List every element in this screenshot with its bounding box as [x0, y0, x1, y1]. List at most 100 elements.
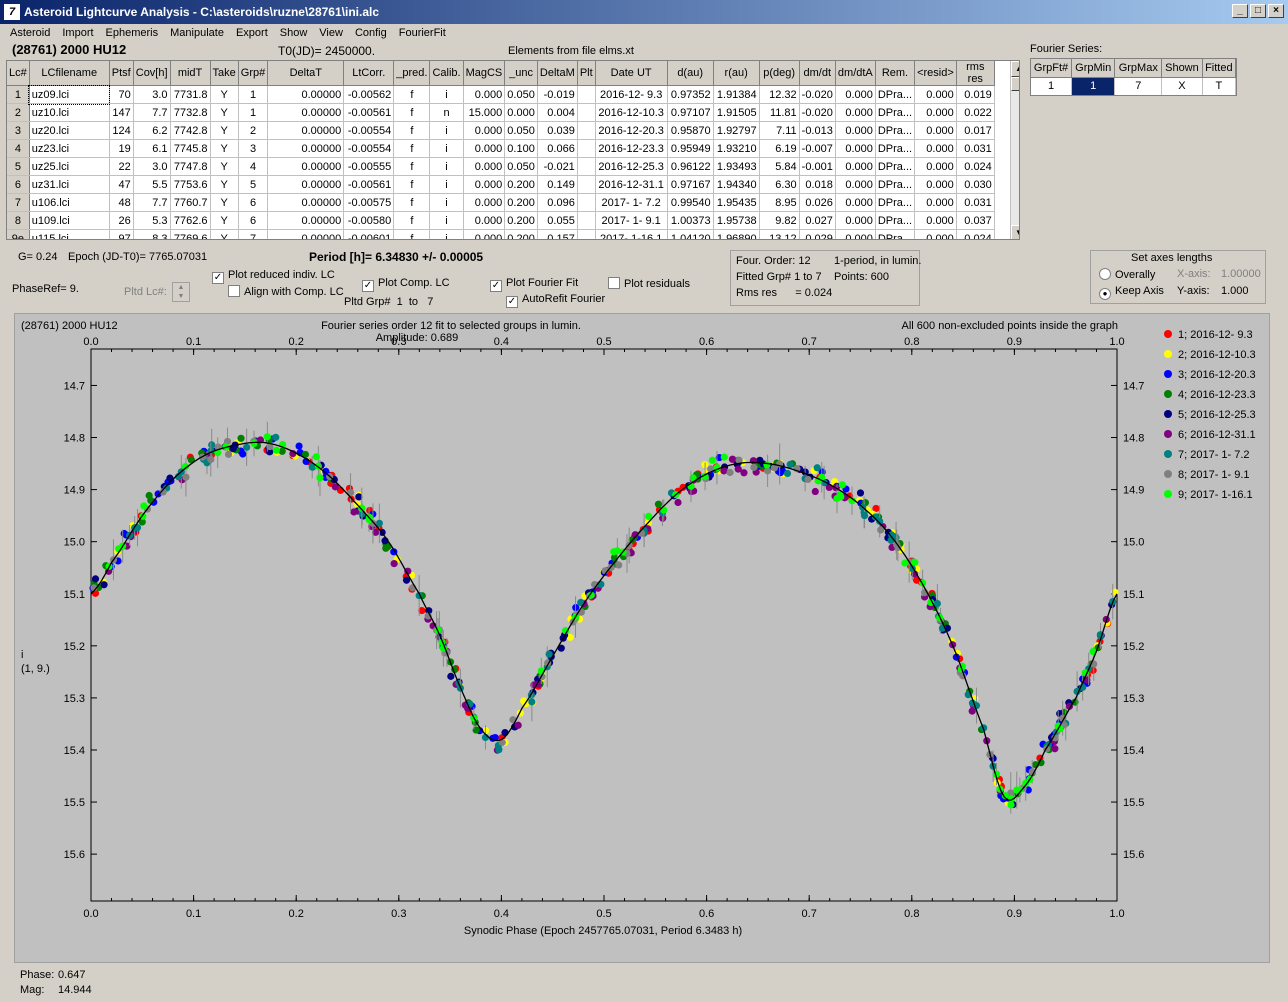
table-cell[interactable]: 6.2	[133, 121, 171, 140]
table-cell[interactable]: 0.97352	[667, 85, 714, 104]
table-cell[interactable]: 1.00373	[667, 211, 714, 230]
table-cell[interactable]: 0.031	[956, 193, 995, 212]
table-cell[interactable]: 3.0	[133, 157, 171, 176]
table-cell[interactable]: Y	[210, 121, 239, 140]
table-cell[interactable]: f	[393, 103, 431, 122]
column-header[interactable]: p(deg)	[759, 61, 800, 86]
fourier-cell[interactable]: 1	[1031, 77, 1073, 95]
table-cell[interactable]: i	[429, 175, 464, 194]
column-header[interactable]: MagCS	[463, 61, 506, 86]
table-cell[interactable]: 0.00000	[267, 193, 345, 212]
table-cell[interactable]: uz23.lci	[29, 139, 110, 158]
fourier-series-table[interactable]: GrpFt# GrpMin GrpMax Shown Fitted 117XT	[1030, 58, 1237, 96]
table-cell[interactable]: Y	[210, 211, 239, 230]
table-cell[interactable]: 3.0	[133, 85, 171, 104]
table-cell[interactable]: 15.000	[463, 103, 506, 122]
menu-manipulate[interactable]: Manipulate	[164, 27, 230, 39]
table-cell[interactable]: 1.91384	[713, 85, 760, 104]
table-cell[interactable]: 0.000	[835, 85, 876, 104]
table-cell[interactable]: f	[393, 193, 431, 212]
table-cell[interactable]: uz10.lci	[29, 103, 110, 122]
table-cell[interactable]: 6.1	[133, 139, 171, 158]
column-header[interactable]: Take	[210, 61, 239, 86]
table-cell[interactable]: 0.000	[835, 139, 876, 158]
table-row[interactable]: 9e u115.lci 97 8.3 7769.6 Y 7 0.00000 -0.00601 f i…	[7, 229, 995, 239]
table-cell[interactable]: 147	[109, 103, 134, 122]
table-cell[interactable]: 2016-12-20.3	[595, 121, 668, 140]
table-cell[interactable]: 0.000	[463, 139, 506, 158]
table-cell[interactable]: 8.3	[133, 229, 171, 239]
keep-axis-radio[interactable]: ● Keep Axis	[1099, 285, 1164, 300]
table-cell[interactable]: 7747.8	[170, 157, 211, 176]
table-cell[interactable]: u109.lci	[29, 211, 110, 230]
table-row[interactable]: 8 u109.lci 26 5.3 7762.6 Y 6 0.00000 -0.00580 f i 0…	[7, 211, 995, 230]
scroll-down-icon[interactable]: ▼	[1011, 225, 1019, 239]
lightcurve-table[interactable]: Lc# LCfilename Ptsf Cov[h] midT Take Grp# Delta…	[6, 60, 1020, 240]
table-cell[interactable]: 7742.8	[170, 121, 211, 140]
fourier-cell[interactable]: 1	[1071, 77, 1116, 95]
table-cell[interactable]: 0.00000	[267, 139, 345, 158]
plot-reduced-checkbox[interactable]: ✓ Plot reduced indiv. LC	[212, 269, 335, 284]
table-cell[interactable]: 7.7	[133, 103, 171, 122]
table-cell[interactable]: u115.lci	[29, 229, 110, 239]
table-cell[interactable]: u106.lci	[29, 193, 110, 212]
table-cell[interactable]: 2	[238, 121, 269, 140]
column-header[interactable]: midT	[170, 61, 211, 86]
table-cell[interactable]: 2016-12-23.3	[595, 139, 668, 158]
table-cell[interactable]: -0.013	[799, 121, 836, 140]
column-header[interactable]: Plt	[577, 61, 596, 86]
table-row[interactable]: 3 uz20.lci 124 6.2 7742.8 Y 2 0.00000 -0.00554 f i…	[7, 121, 995, 140]
table-cell[interactable]: 0.000	[835, 157, 876, 176]
table-cell[interactable]: 0.00000	[267, 175, 345, 194]
table-cell[interactable]: 0.037	[956, 211, 995, 230]
table-cell[interactable]: 1.95738	[713, 211, 760, 230]
table-cell[interactable]: 3	[7, 121, 30, 140]
table-cell[interactable]: 0.039	[537, 121, 578, 140]
column-header[interactable]: Grp#	[238, 61, 269, 86]
table-cell[interactable]: 0.000	[835, 103, 876, 122]
x-axis-field[interactable]: 1.00000	[1221, 268, 1261, 280]
table-cell[interactable]: 0.017	[956, 121, 995, 140]
table-cell[interactable]: 7	[238, 229, 269, 239]
table-cell[interactable]: 0.000	[914, 157, 957, 176]
table-cell[interactable]: f	[393, 157, 431, 176]
table-cell[interactable]: Y	[210, 85, 239, 104]
table-row[interactable]: 7 u106.lci 48 7.7 7760.7 Y 6 0.00000 -0.00575 f i 0…	[7, 193, 995, 212]
maximize-button[interactable]: □	[1250, 4, 1266, 18]
table-cell[interactable]: -0.00601	[343, 229, 395, 239]
column-header[interactable]: dm/dt	[799, 61, 836, 86]
table-cell[interactable]: f	[393, 121, 431, 140]
column-header[interactable]: Cov[h]	[133, 61, 171, 86]
table-cell[interactable]: 0.027	[799, 211, 836, 230]
column-header[interactable]: d(au)	[667, 61, 714, 86]
table-cell[interactable]: 7762.6	[170, 211, 211, 230]
table-cell[interactable]: 0.00000	[267, 121, 345, 140]
table-cell[interactable]: 0.000	[914, 211, 957, 230]
table-cell[interactable]: 0.95949	[667, 139, 714, 158]
table-cell[interactable]: uz09.lci	[28, 84, 111, 105]
table-cell[interactable]: 12.32	[759, 85, 800, 104]
table-cell[interactable]: 2017- 1- 9.1	[595, 211, 668, 230]
table-cell[interactable]: Y	[210, 103, 239, 122]
table-cell[interactable]	[577, 121, 596, 140]
table-cell[interactable]: 3	[238, 139, 269, 158]
table-cell[interactable]: DPra...	[875, 175, 916, 194]
table-cell[interactable]: DPra...	[875, 193, 916, 212]
table-cell[interactable]: 7731.8	[170, 85, 211, 104]
table-cell[interactable]: i	[429, 121, 464, 140]
column-header[interactable]: LCfilename	[29, 61, 110, 86]
table-cell[interactable]: 0.030	[956, 175, 995, 194]
table-cell[interactable]: f	[393, 175, 431, 194]
table-cell[interactable]: Y	[210, 139, 239, 158]
column-header[interactable]: _unc	[504, 61, 538, 86]
table-cell[interactable]: 19	[109, 139, 134, 158]
table-cell[interactable]: Y	[210, 175, 239, 194]
column-header[interactable]: DeltaM	[537, 61, 578, 86]
table-cell[interactable]: 0.000	[463, 175, 506, 194]
table-cell[interactable]: 0.96122	[667, 157, 714, 176]
table-cell[interactable]: DPra...	[875, 103, 916, 122]
table-cell[interactable]: 0.000	[463, 157, 506, 176]
table-cell[interactable]: 0.200	[504, 211, 538, 230]
table-cell[interactable]: 1	[7, 85, 30, 104]
table-cell[interactable]: DPra...	[875, 121, 916, 140]
